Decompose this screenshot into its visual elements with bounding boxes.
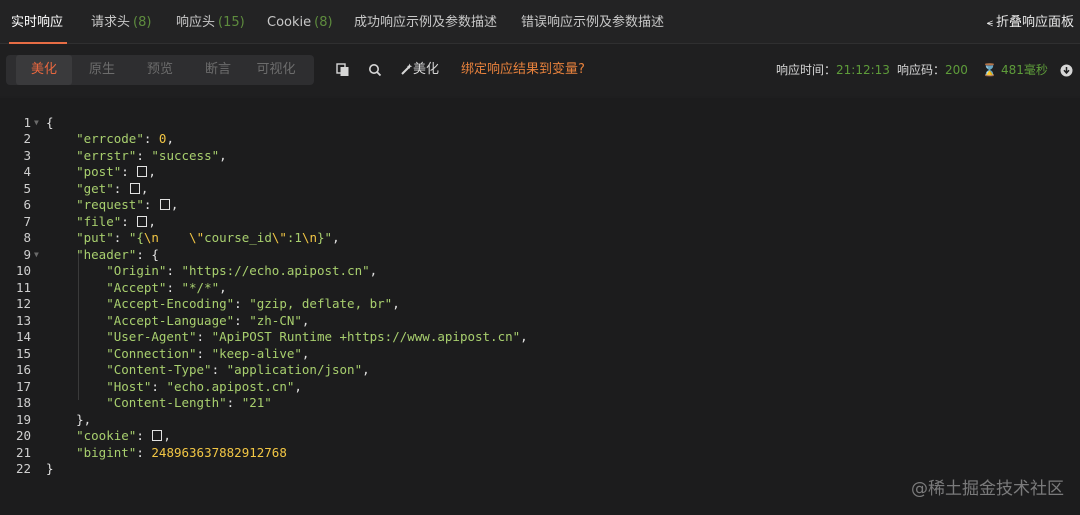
- code-text: }: [46, 461, 54, 476]
- download-circle-icon: [1060, 64, 1073, 77]
- tab-label: Cookie: [267, 15, 312, 30]
- search-button[interactable]: [368, 55, 382, 85]
- magic-wand-icon: [401, 63, 413, 75]
- code-line: 6 "request": ,: [0, 181, 1080, 212]
- beautify-label: 美化: [413, 62, 440, 77]
- code-line: 16 "Content-Type": "application/json",: [0, 346, 1080, 377]
- tab-count: (8): [314, 15, 333, 30]
- code-line: 7 "file": ,: [0, 197, 1080, 229]
- tab-cookie[interactable]: Cookie (8): [267, 0, 333, 44]
- download-button[interactable]: [1060, 55, 1073, 85]
- code-line: 13 "Accept-Language": "zh-CN",: [0, 296, 1080, 328]
- code-line: 9 ▼ "header": {: [0, 230, 1080, 262]
- tab-count: (15): [218, 15, 245, 30]
- watermark: @稀土掘金技术社区: [911, 479, 1064, 499]
- code-line: 4 "post": ,: [0, 148, 1080, 179]
- code-line: 2 "errcode": 0,: [0, 115, 1080, 146]
- code-line: 17 "Host": "echo.apipost.cn",: [0, 362, 1080, 394]
- code-line: 1 ▼{: [0, 98, 1080, 130]
- double-chevron-down-icon: ⪪: [986, 16, 993, 29]
- response-body-editor[interactable]: 1 ▼{ 2 "errcode": 0, 3 "errstr": "success…: [0, 98, 1080, 515]
- code-line: 12 "Accept-Encoding": "gzip, deflate, br…: [0, 280, 1080, 311]
- response-duration-value: 481毫秒: [1000, 63, 1048, 77]
- code-line: 10 "Origin": "https://echo.apipost.cn",: [0, 247, 1080, 278]
- tab-request-headers[interactable]: 请求头 (8): [91, 0, 151, 44]
- code-line: 21 "bigint": 248963637882912768: [0, 428, 1080, 460]
- code-line: 20 "cookie": ,: [0, 412, 1080, 443]
- copy-button[interactable]: [336, 55, 350, 85]
- copy-icon: [336, 62, 349, 76]
- response-duration: ⌛ 481毫秒: [982, 55, 1048, 85]
- tab-label: 响应头: [176, 15, 216, 30]
- tab-label: 实时响应: [11, 15, 64, 30]
- view-mode-beautify[interactable]: 美化: [16, 55, 72, 85]
- collapse-panel-button[interactable]: ⪪ 折叠响应面板: [987, 0, 1074, 44]
- view-mode-assert[interactable]: 断言: [190, 55, 246, 85]
- tab-success-example[interactable]: 成功响应示例及参数描述: [354, 0, 497, 44]
- code-line: 5 "get": ,: [0, 164, 1080, 196]
- view-mode-raw[interactable]: 原生: [74, 55, 130, 85]
- collapse-label: 折叠响应面板: [995, 15, 1074, 30]
- tab-realtime-response[interactable]: 实时响应: [8, 0, 68, 44]
- line-number: 22: [15, 461, 31, 476]
- response-time-label: 响应时间：: [776, 63, 837, 77]
- code-line: 8 "put": "{\n \"course_id\":1\n}",: [0, 214, 1080, 245]
- view-mode-visualize[interactable]: 可视化: [248, 55, 304, 85]
- response-code-value: 200: [945, 63, 968, 77]
- tab-label: 请求头: [91, 15, 131, 30]
- response-toolbar: 美化 原生 预览 断言 可视化 美化 绑定响应结果到变量? 响应时间：21:12…: [0, 44, 1080, 96]
- tab-count: (8): [133, 15, 152, 30]
- view-mode-preview[interactable]: 预览: [132, 55, 188, 85]
- response-code: 响应码：200: [897, 55, 968, 85]
- code-line: 11 "Accept": "*/*",: [0, 263, 1080, 295]
- hourglass-icon: ⌛: [982, 63, 997, 77]
- code-line: 22}: [0, 445, 1080, 476]
- code-line: 19 },: [0, 395, 1080, 427]
- code-line: 14 "User-Agent": "ApiPOST Runtime +https…: [0, 313, 1080, 344]
- response-time-value: 21:12:13: [836, 63, 890, 77]
- beautify-button[interactable]: 美化: [400, 55, 439, 85]
- view-mode-switcher: 美化 原生 预览 断言 可视化: [6, 55, 314, 85]
- search-icon: [369, 63, 382, 76]
- code-line: 18 "Content-Length": "21": [0, 379, 1080, 410]
- tab-response-headers[interactable]: 响应头 (15): [176, 0, 245, 44]
- response-time: 响应时间：21:12:13: [776, 55, 890, 85]
- response-tab-bar: 实时响应 请求头 (8) 响应头 (15) Cookie (8) 成功响应示例及参数描…: [0, 0, 1080, 44]
- response-code-label: 响应码：: [897, 63, 946, 77]
- code-line: 15 "Connection": "keep-alive",: [0, 329, 1080, 361]
- tab-label: 成功响应示例及参数描述: [354, 15, 498, 30]
- code-line: 3 "errstr": "success",: [0, 131, 1080, 163]
- bind-response-variable-link[interactable]: 绑定响应结果到变量?: [461, 55, 585, 85]
- tab-label: 错误响应示例及参数描述: [521, 15, 665, 30]
- tab-error-example[interactable]: 错误响应示例及参数描述: [521, 0, 664, 44]
